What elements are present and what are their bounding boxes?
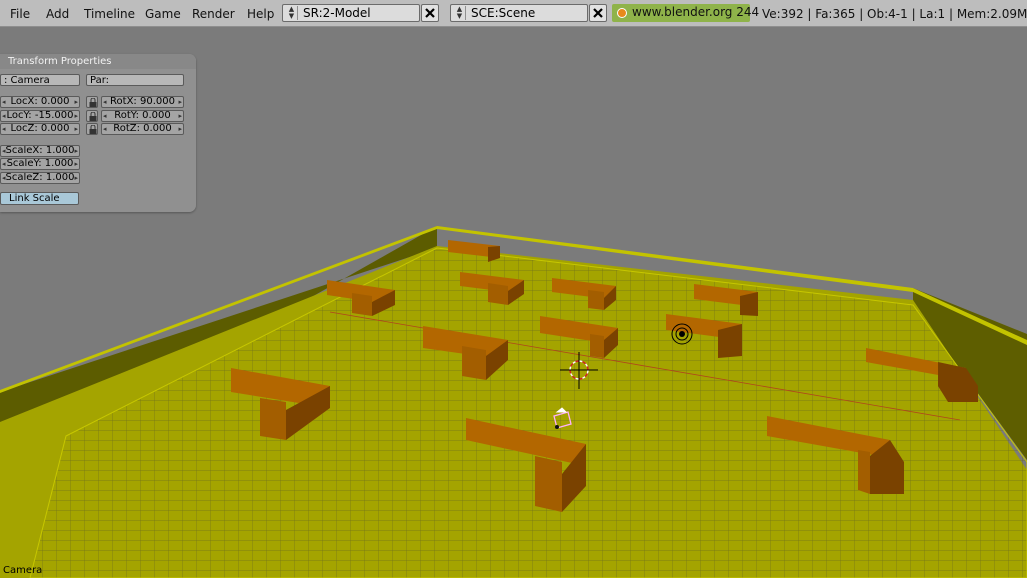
arrow-right-icon: ▸	[178, 112, 182, 120]
screen-delete-button[interactable]	[421, 4, 439, 22]
menu-help[interactable]: Help	[247, 6, 274, 22]
menu-timeline[interactable]: Timeline	[84, 6, 135, 22]
arrows-updown-icon: ▲ ▼	[286, 6, 298, 20]
menu-file[interactable]: File	[10, 6, 30, 22]
scene-selector-value: SCE:Scene	[471, 6, 536, 20]
menu-add[interactable]: Add	[46, 6, 69, 22]
scene-delete-button[interactable]	[589, 4, 607, 22]
arrow-right-icon: ▸	[74, 98, 78, 106]
rot-x-field[interactable]: ◂ RotX: 90.000 ▸	[101, 96, 184, 108]
blender-logo-icon	[617, 8, 627, 18]
website-link[interactable]: www.blender.org 244	[612, 4, 759, 22]
scale-y-field[interactable]: ◂ ScaleY: 1.000 ▸	[0, 158, 80, 170]
object-name-field[interactable]: : Camera	[0, 74, 80, 86]
lock-rot-x-button[interactable]	[86, 96, 98, 108]
arrow-right-icon: ▸	[74, 125, 78, 133]
scale-z-field[interactable]: ◂ ScaleZ: 1.000 ▸	[0, 172, 80, 184]
lock-icon	[89, 125, 97, 134]
active-object-label: Camera	[3, 565, 43, 576]
scene-stats: Ve:392 | Fa:365 | Ob:4-1 | La:1 | Mem:2.…	[762, 7, 1027, 21]
lock-icon	[89, 112, 97, 121]
arrow-right-icon: ▸	[74, 160, 78, 168]
arrows-updown-icon: ▲ ▼	[454, 6, 466, 20]
scale-x-field[interactable]: ◂ ScaleX: 1.000 ▸	[0, 145, 80, 157]
close-x-icon	[425, 8, 435, 18]
menu-game[interactable]: Game	[145, 6, 181, 22]
rot-y-field[interactable]: ◂ RotY: 0.000 ▸	[101, 110, 184, 122]
website-label: www.blender.org 244	[632, 5, 760, 19]
loc-y-field[interactable]: ◂ LocY: -15.000 ▸	[0, 110, 80, 122]
transform-properties-panel: Transform Properties : Camera Par: ◂ Loc…	[0, 54, 196, 212]
lock-icon	[89, 98, 97, 107]
parent-field[interactable]: Par:	[86, 74, 184, 86]
arrow-right-icon: ▸	[178, 98, 182, 106]
scene-selector[interactable]: ▲ ▼ SCE:Scene	[450, 4, 588, 22]
loc-x-field[interactable]: ◂ LocX: 0.000 ▸	[0, 96, 80, 108]
menu-render[interactable]: Render	[192, 6, 235, 22]
link-scale-button[interactable]: Link Scale	[0, 192, 79, 205]
screen-selector-value: SR:2-Model	[303, 6, 371, 20]
arrow-right-icon: ▸	[74, 147, 78, 155]
arrow-right-icon: ▸	[178, 125, 182, 133]
lock-rot-y-button[interactable]	[86, 110, 98, 122]
loc-z-field[interactable]: ◂ LocZ: 0.000 ▸	[0, 123, 80, 135]
close-x-icon	[593, 8, 603, 18]
top-header: File Add Timeline Game Render Help ▲ ▼ SR…	[0, 0, 1027, 27]
arrow-right-icon: ▸	[74, 174, 78, 182]
lock-rot-z-button[interactable]	[86, 123, 98, 135]
rot-z-field[interactable]: ◂ RotZ: 0.000 ▸	[101, 123, 184, 135]
arrow-right-icon: ▸	[74, 112, 78, 120]
panel-title[interactable]: Transform Properties	[0, 54, 196, 69]
screen-selector[interactable]: ▲ ▼ SR:2-Model	[282, 4, 420, 22]
